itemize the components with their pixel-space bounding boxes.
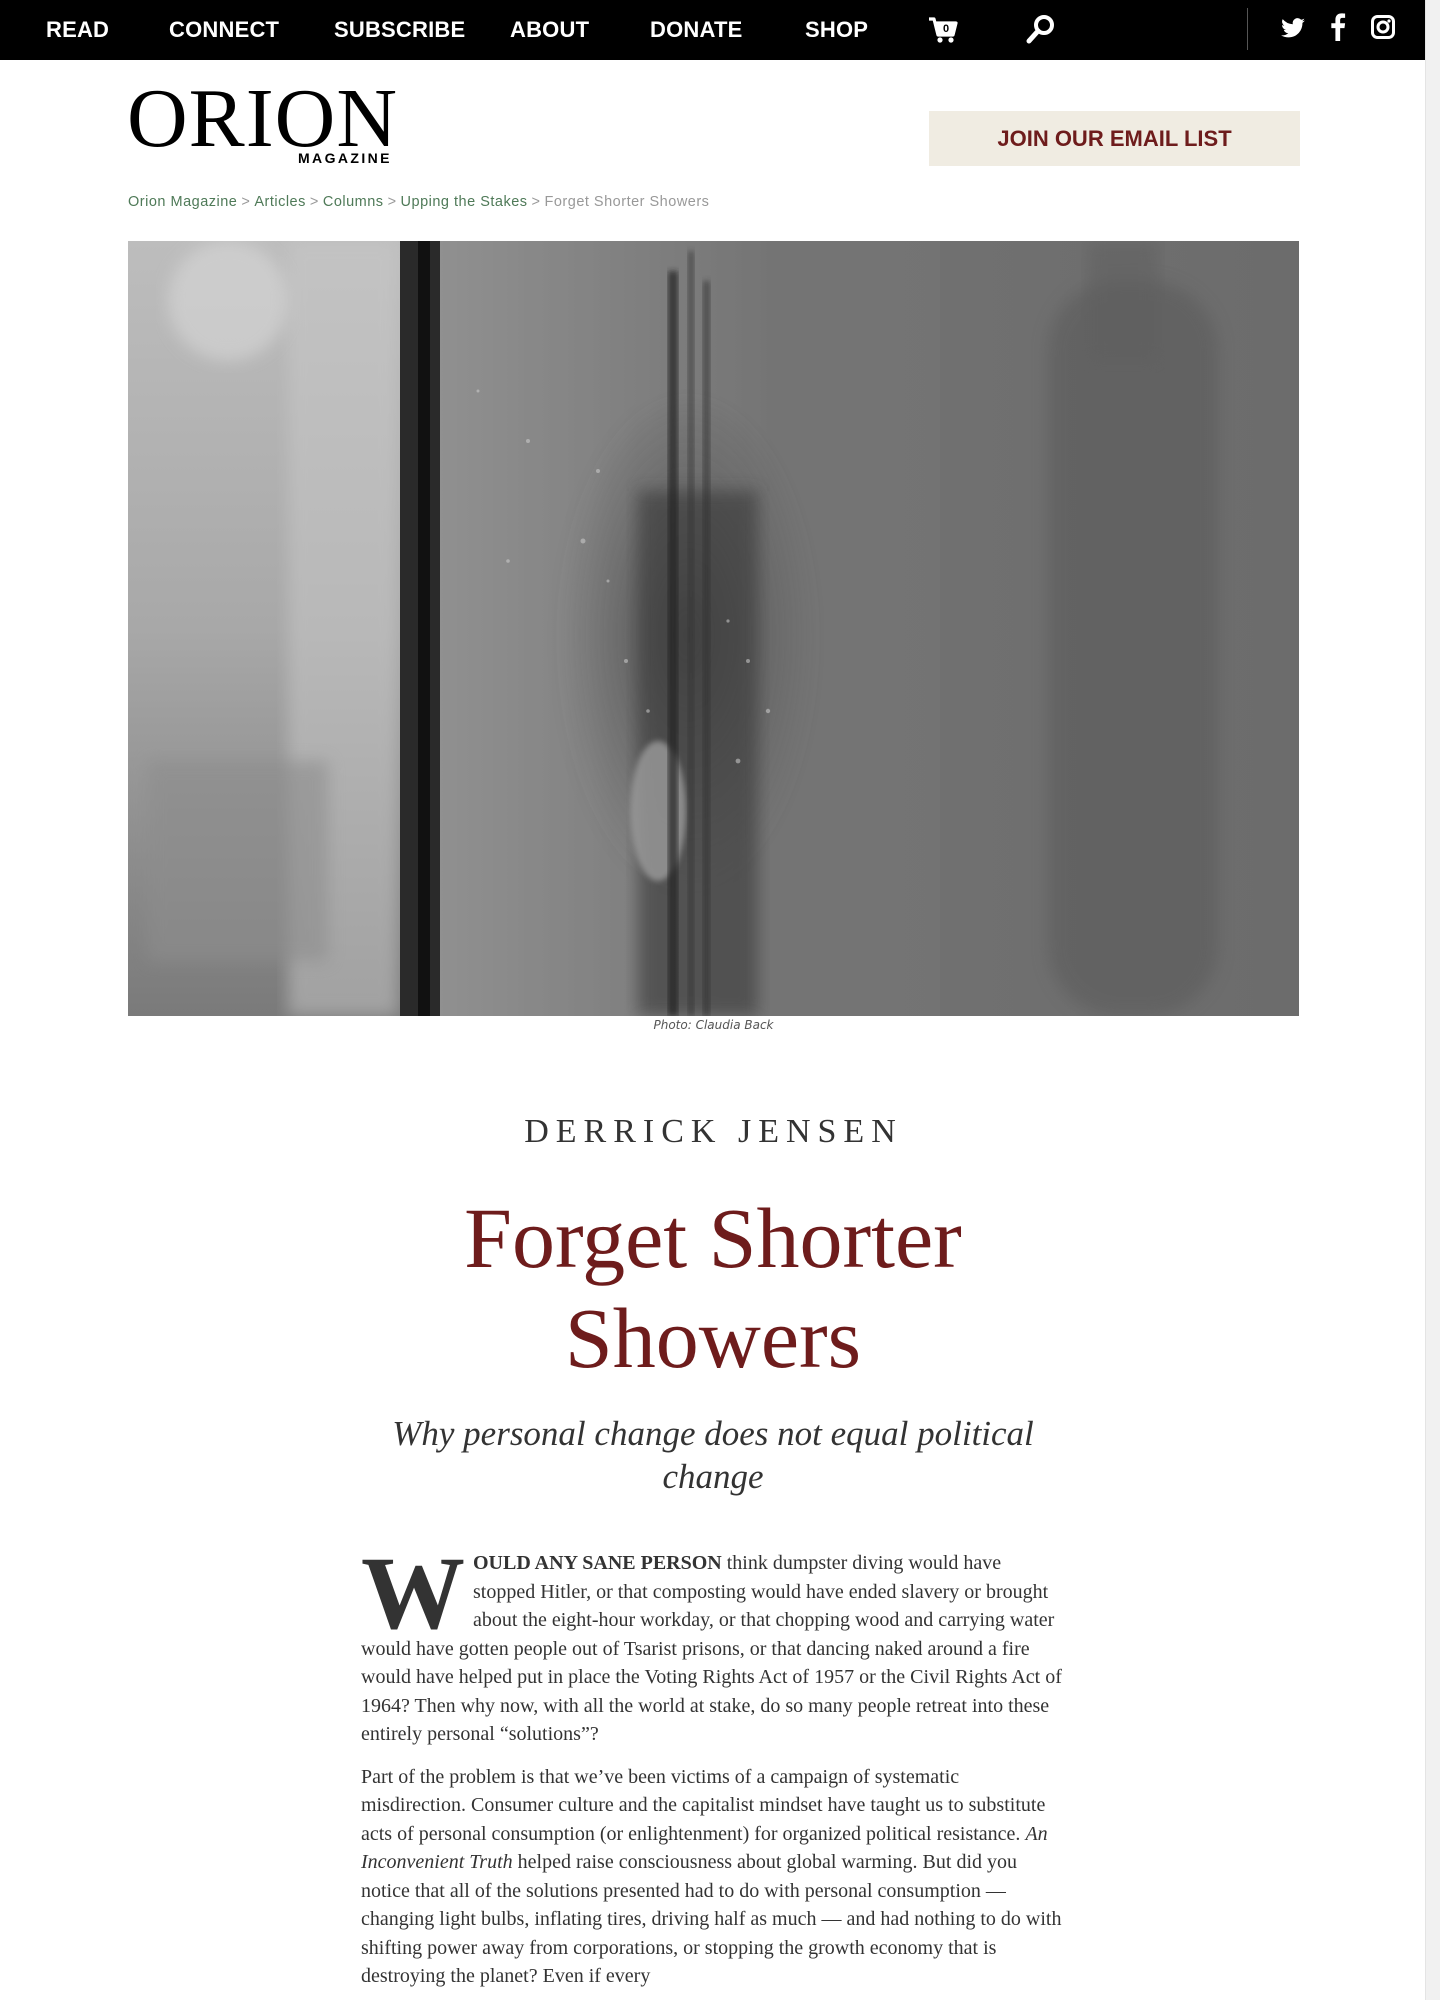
instagram-icon[interactable]: [1371, 15, 1395, 39]
paragraph-text: Part of the problem is that we’ve been v…: [361, 1765, 1046, 1845]
cart-icon[interactable]: 0: [927, 14, 959, 46]
breadcrumb-separator: >: [531, 194, 541, 210]
breadcrumb-separator: >: [309, 194, 319, 210]
article-title: Forget Shorter Showers: [464, 1190, 962, 1386]
orion-logo[interactable]: ORION MAGAZINE: [127, 74, 417, 170]
article-paragraph: Part of the problem is that we’ve been v…: [361, 1763, 1067, 1991]
breadcrumb-separator: >: [387, 194, 397, 210]
breadcrumb-orion-magazine[interactable]: Orion Magazine: [128, 194, 237, 210]
article-body: W OULD ANY SANE PERSON think dumpster div…: [361, 1536, 1067, 2005]
nav-shop[interactable]: SHOP: [805, 16, 868, 44]
article-paragraph: W OULD ANY SANE PERSON think dumpster div…: [361, 1536, 1067, 1749]
breadcrumb-columns[interactable]: Columns: [323, 194, 384, 210]
join-email-list-button[interactable]: JOIN OUR EMAIL LIST: [929, 111, 1300, 166]
article-subtitle: Why personal change does not equal polit…: [392, 1414, 1034, 1496]
nav-read[interactable]: READ: [46, 16, 109, 44]
breadcrumb-upping-the-stakes[interactable]: Upping the Stakes: [401, 194, 528, 210]
logo-subtitle: MAGAZINE: [298, 150, 392, 166]
page-scrollbar[interactable]: [1425, 0, 1440, 2000]
nav-divider: [1247, 8, 1248, 50]
twitter-icon[interactable]: [1280, 15, 1306, 41]
nav-subscribe[interactable]: SUBSCRIBE: [334, 16, 465, 44]
drop-cap: W: [361, 1536, 465, 1651]
photo-credit: Photo: Claudia Back: [653, 1018, 774, 1032]
hero-photo-image: [128, 241, 1299, 1016]
facebook-icon[interactable]: [1325, 13, 1351, 41]
lead-in-caps: OULD ANY SANE PERSON: [473, 1552, 722, 1574]
nav-connect[interactable]: CONNECT: [169, 16, 279, 44]
breadcrumb: Orion Magazine > Articles > Columns > Upping t…: [128, 194, 709, 210]
hero-photo: [128, 241, 1299, 1016]
nav-about[interactable]: ABOUT: [510, 16, 589, 44]
breadcrumb-separator: >: [241, 194, 251, 210]
author-byline[interactable]: DERRICK JENSEN: [0, 1113, 1427, 1151]
paragraph-text: think dumpster diving would have stopped…: [361, 1552, 1062, 1745]
nav-donate[interactable]: DONATE: [650, 16, 742, 44]
breadcrumb-current: Forget Shorter Showers: [544, 194, 710, 210]
breadcrumb-articles[interactable]: Articles: [254, 194, 306, 210]
search-icon[interactable]: [1025, 13, 1057, 45]
top-navigation: READ CONNECT SUBSCRIBE ABOUT DONATE SHOP…: [0, 0, 1425, 60]
cart-count: 0: [943, 23, 949, 35]
